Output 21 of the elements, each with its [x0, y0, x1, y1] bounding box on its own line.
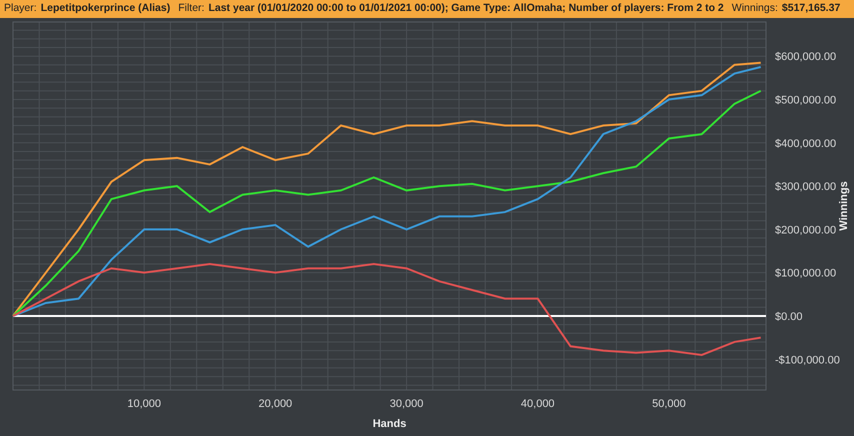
- x-tick-label: 50,000: [652, 398, 686, 410]
- y-axis-title: Winnings: [838, 181, 850, 231]
- field-label: Filter:: [178, 1, 204, 16]
- y-tick-label: $0.00: [775, 310, 803, 323]
- y-tick-label: $400,000.00: [775, 138, 836, 150]
- y-tick-label: $300,000.00: [775, 181, 836, 194]
- y-tick-label: $200,000.00: [775, 224, 836, 236]
- x-tick-label: 10,000: [127, 398, 162, 410]
- field-label: Player:: [4, 1, 37, 16]
- field-label: Winnings:: [732, 1, 778, 16]
- y-tick-label: $500,000.00: [775, 94, 836, 106]
- field-value: Last year (01/01/2020 00:00 to 01/01/2021 00:00); Game Type: AllOmaha; Number of players: From 2 to 2: [208, 1, 724, 16]
- x-tick-label: 40,000: [520, 398, 555, 410]
- x-tick-label: 30,000: [390, 398, 424, 410]
- x-tick-label: 20,000: [258, 398, 292, 410]
- field-value: $517,165.37: [782, 1, 840, 16]
- y-tick-label: $100,000.00: [775, 268, 836, 280]
- x-axis-title: Hands: [372, 418, 406, 430]
- y-tick-label: $600,000.00: [775, 51, 836, 64]
- field-value: Lepetitpokerprince (Alias): [40, 1, 170, 16]
- y-tick-label: -$100,000.00: [775, 354, 840, 366]
